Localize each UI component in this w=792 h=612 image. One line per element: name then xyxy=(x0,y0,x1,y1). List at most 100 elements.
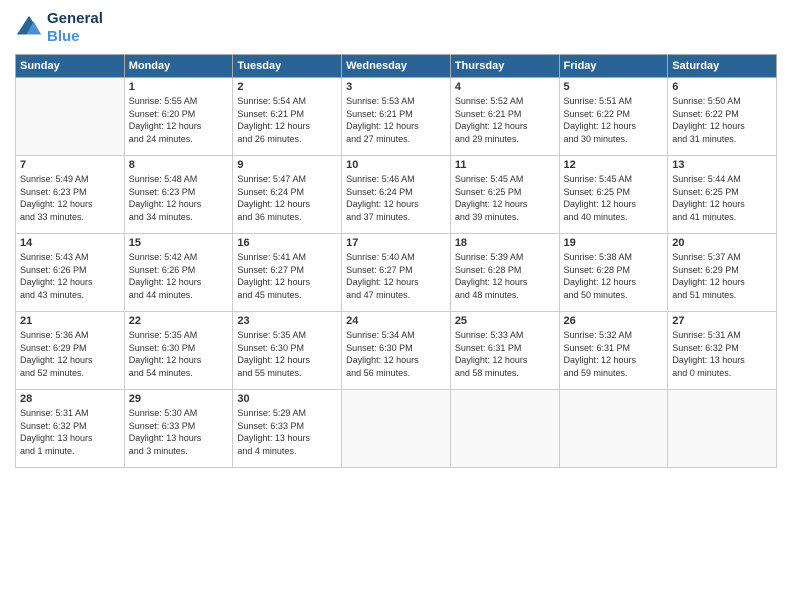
day-number: 30 xyxy=(237,393,337,405)
day-number: 2 xyxy=(237,81,337,93)
day-cell xyxy=(668,390,777,468)
week-row-4: 21 Sunrise: 5:36 AMSunset: 6:29 PMDayligh… xyxy=(16,312,777,390)
day-cell xyxy=(342,390,451,468)
day-info: Sunrise: 5:45 AMSunset: 6:25 PMDaylight:… xyxy=(564,173,664,223)
day-number: 24 xyxy=(346,315,446,327)
day-cell: 16Sunrise: 5:41 AMSunset: 6:27 PMDayligh… xyxy=(233,234,342,312)
day-info: Sunrise: 5:37 AMSunset: 6:29 PMDaylight:… xyxy=(672,251,772,301)
day-cell: 20 Sunrise: 5:37 AMSunset: 6:29 PMDayligh… xyxy=(668,234,777,312)
day-cell: 18 Sunrise: 5:39 AMSunset: 6:28 PMDayligh… xyxy=(450,234,559,312)
day-info: Sunrise: 5:35 AMSunset: 6:30 PMDaylight:… xyxy=(129,329,229,379)
day-number: 22 xyxy=(129,315,229,327)
day-info: Sunrise: 5:55 AMSunset: 6:20 PMDaylight:… xyxy=(129,95,229,145)
day-number: 6 xyxy=(672,81,772,93)
col-header-friday: Friday xyxy=(559,55,668,78)
day-number: 15 xyxy=(129,237,229,249)
day-cell: 14 Sunrise: 5:43 AMSunset: 6:26 PMDayligh… xyxy=(16,234,125,312)
day-info: Sunrise: 5:52 AMSunset: 6:21 PMDaylight:… xyxy=(455,95,555,145)
day-number: 16 xyxy=(237,237,337,249)
day-info: Sunrise: 5:39 AMSunset: 6:28 PMDaylight:… xyxy=(455,251,555,301)
day-info: Sunrise: 5:30 AMSunset: 6:33 PMDaylight:… xyxy=(129,407,229,457)
week-row-3: 14 Sunrise: 5:43 AMSunset: 6:26 PMDayligh… xyxy=(16,234,777,312)
day-cell: 10 Sunrise: 5:46 AMSunset: 6:24 PMDayligh… xyxy=(342,156,451,234)
day-number: 23 xyxy=(237,315,337,327)
day-number: 3 xyxy=(346,81,446,93)
day-info: Sunrise: 5:45 AMSunset: 6:25 PMDaylight:… xyxy=(455,173,555,223)
day-number: 11 xyxy=(455,159,555,171)
day-cell: 17 Sunrise: 5:40 AMSunset: 6:27 PMDayligh… xyxy=(342,234,451,312)
day-number: 19 xyxy=(564,237,664,249)
logo: General Blue xyxy=(15,10,103,46)
day-info: Sunrise: 5:36 AMSunset: 6:29 PMDaylight:… xyxy=(20,329,120,379)
day-cell: 30 Sunrise: 5:29 AMSunset: 6:33 PMDayligh… xyxy=(233,390,342,468)
day-cell: 23 Sunrise: 5:35 AMSunset: 6:30 PMDayligh… xyxy=(233,312,342,390)
day-number: 8 xyxy=(129,159,229,171)
day-cell: 9 Sunrise: 5:47 AMSunset: 6:24 PMDaylight… xyxy=(233,156,342,234)
day-cell: 13 Sunrise: 5:44 AMSunset: 6:25 PMDayligh… xyxy=(668,156,777,234)
day-number: 14 xyxy=(20,237,120,249)
day-info: Sunrise: 5:47 AMSunset: 6:24 PMDaylight:… xyxy=(237,173,337,223)
day-number: 9 xyxy=(237,159,337,171)
day-number: 25 xyxy=(455,315,555,327)
day-cell: 6 Sunrise: 5:50 AMSunset: 6:22 PMDaylight… xyxy=(668,78,777,156)
day-number: 7 xyxy=(20,159,120,171)
day-info: Sunrise: 5:43 AMSunset: 6:26 PMDaylight:… xyxy=(20,251,120,301)
day-info: Sunrise: 5:50 AMSunset: 6:22 PMDaylight:… xyxy=(672,95,772,145)
day-cell: 12 Sunrise: 5:45 AMSunset: 6:25 PMDayligh… xyxy=(559,156,668,234)
day-info: Sunrise: 5:46 AMSunset: 6:24 PMDaylight:… xyxy=(346,173,446,223)
day-number: 10 xyxy=(346,159,446,171)
day-number: 27 xyxy=(672,315,772,327)
day-info: Sunrise: 5:38 AMSunset: 6:28 PMDaylight:… xyxy=(564,251,664,301)
day-cell: 15 Sunrise: 5:42 AMSunset: 6:26 PMDayligh… xyxy=(124,234,233,312)
day-cell: 1 Sunrise: 5:55 AMSunset: 6:20 PMDaylight… xyxy=(124,78,233,156)
logo-icon xyxy=(15,14,43,42)
day-cell: 28Sunrise: 5:31 AMSunset: 6:32 PMDayligh… xyxy=(16,390,125,468)
day-cell xyxy=(16,78,125,156)
col-header-monday: Monday xyxy=(124,55,233,78)
day-cell: 11 Sunrise: 5:45 AMSunset: 6:25 PMDayligh… xyxy=(450,156,559,234)
day-info: Sunrise: 5:42 AMSunset: 6:26 PMDaylight:… xyxy=(129,251,229,301)
day-cell: 21 Sunrise: 5:36 AMSunset: 6:29 PMDayligh… xyxy=(16,312,125,390)
day-info: Sunrise: 5:32 AMSunset: 6:31 PMDaylight:… xyxy=(564,329,664,379)
day-info: Sunrise: 5:31 AMSunset: 6:32 PMDaylight:… xyxy=(672,329,772,379)
day-cell: 3 Sunrise: 5:53 AMSunset: 6:21 PMDaylight… xyxy=(342,78,451,156)
day-cell: 7 Sunrise: 5:49 AMSunset: 6:23 PMDaylight… xyxy=(16,156,125,234)
day-cell xyxy=(450,390,559,468)
calendar-header-row: SundayMondayTuesdayWednesdayThursdayFrid… xyxy=(16,55,777,78)
day-cell: 26Sunrise: 5:32 AMSunset: 6:31 PMDayligh… xyxy=(559,312,668,390)
day-cell: 29Sunrise: 5:30 AMSunset: 6:33 PMDayligh… xyxy=(124,390,233,468)
calendar-table: SundayMondayTuesdayWednesdayThursdayFrid… xyxy=(15,54,777,468)
day-info: Sunrise: 5:29 AMSunset: 6:33 PMDaylight:… xyxy=(237,407,337,457)
day-info: Sunrise: 5:51 AMSunset: 6:22 PMDaylight:… xyxy=(564,95,664,145)
day-cell: 5 Sunrise: 5:51 AMSunset: 6:22 PMDaylight… xyxy=(559,78,668,156)
week-row-5: 28Sunrise: 5:31 AMSunset: 6:32 PMDayligh… xyxy=(16,390,777,468)
day-cell xyxy=(559,390,668,468)
logo-text: General Blue xyxy=(47,10,103,46)
week-row-1: 1 Sunrise: 5:55 AMSunset: 6:20 PMDaylight… xyxy=(16,78,777,156)
day-number: 13 xyxy=(672,159,772,171)
calendar-page: General Blue SundayMondayTuesdayWednesda… xyxy=(0,0,792,612)
day-cell: 2Sunrise: 5:54 AMSunset: 6:21 PMDaylight… xyxy=(233,78,342,156)
day-cell: 27 Sunrise: 5:31 AMSunset: 6:32 PMDayligh… xyxy=(668,312,777,390)
day-number: 12 xyxy=(564,159,664,171)
day-number: 21 xyxy=(20,315,120,327)
day-info: Sunrise: 5:53 AMSunset: 6:21 PMDaylight:… xyxy=(346,95,446,145)
day-info: Sunrise: 5:34 AMSunset: 6:30 PMDaylight:… xyxy=(346,329,446,379)
day-info: Sunrise: 5:40 AMSunset: 6:27 PMDaylight:… xyxy=(346,251,446,301)
day-info: Sunrise: 5:35 AMSunset: 6:30 PMDaylight:… xyxy=(237,329,337,379)
day-number: 5 xyxy=(564,81,664,93)
day-number: 4 xyxy=(455,81,555,93)
day-number: 1 xyxy=(129,81,229,93)
day-number: 17 xyxy=(346,237,446,249)
day-cell: 24 Sunrise: 5:34 AMSunset: 6:30 PMDayligh… xyxy=(342,312,451,390)
col-header-tuesday: Tuesday xyxy=(233,55,342,78)
col-header-sunday: Sunday xyxy=(16,55,125,78)
day-number: 20 xyxy=(672,237,772,249)
col-header-wednesday: Wednesday xyxy=(342,55,451,78)
day-cell: 19 Sunrise: 5:38 AMSunset: 6:28 PMDayligh… xyxy=(559,234,668,312)
day-number: 18 xyxy=(455,237,555,249)
day-info: Sunrise: 5:44 AMSunset: 6:25 PMDaylight:… xyxy=(672,173,772,223)
day-info: Sunrise: 5:49 AMSunset: 6:23 PMDaylight:… xyxy=(20,173,120,223)
day-cell: 25Sunrise: 5:33 AMSunset: 6:31 PMDayligh… xyxy=(450,312,559,390)
day-number: 28 xyxy=(20,393,120,405)
